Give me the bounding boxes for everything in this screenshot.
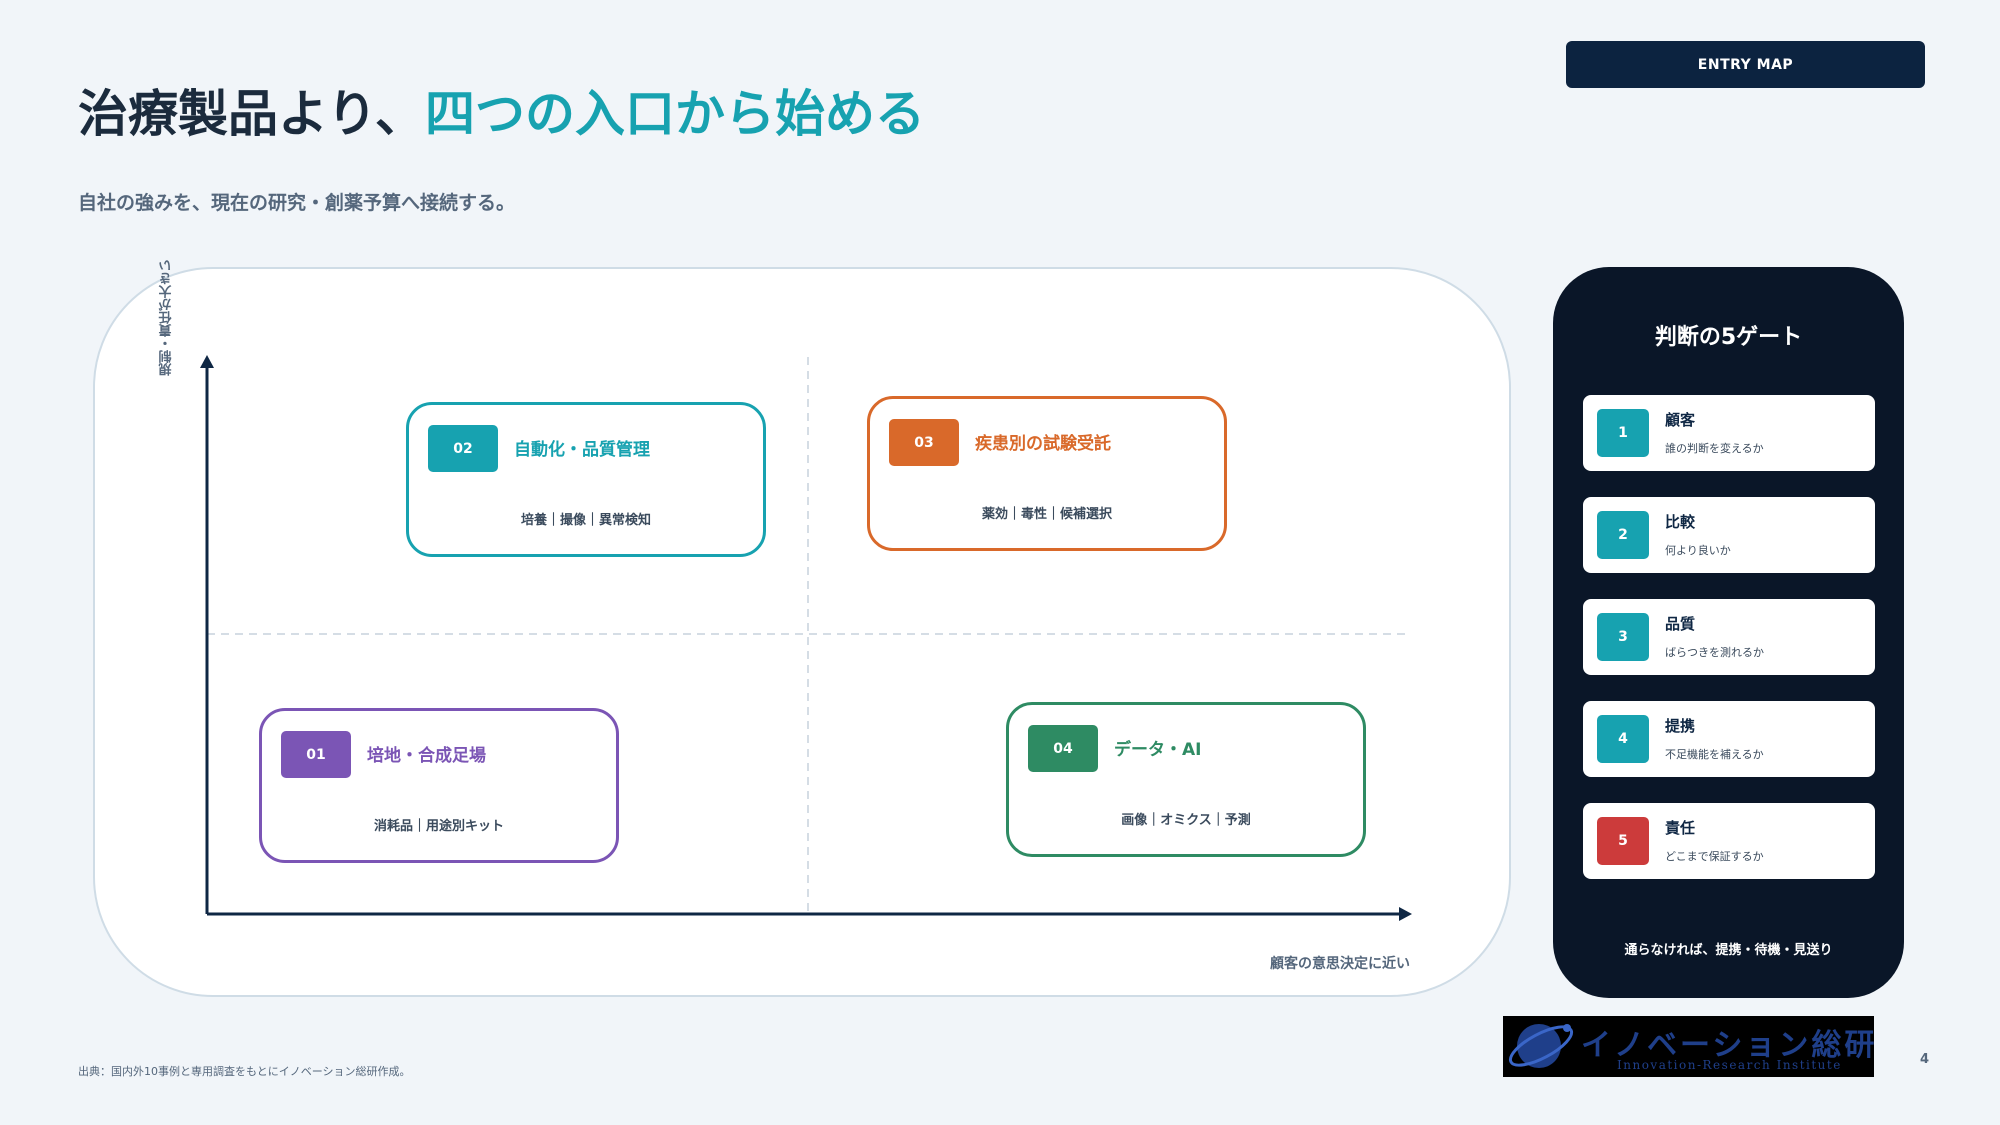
page-number: 4 [1920, 1052, 1930, 1067]
entry-card-automation: 02 自動化・品質管理 培養｜撮像｜異常検知 [406, 402, 766, 557]
gate-description: どこまで保証するか [1665, 850, 1764, 863]
gate-number: 5 [1597, 817, 1649, 865]
gate-name: 顧客 [1665, 411, 1696, 429]
entry-card-tags: 画像｜オミクス｜予測 [1121, 813, 1251, 828]
entry-card-tags: 薬効｜毒性｜候補選択 [981, 507, 1112, 522]
gate-description: 誰の判断を変えるか [1665, 442, 1764, 455]
x-axis-arrow [1399, 907, 1412, 921]
logo-orbit-icon [1508, 1024, 1574, 1068]
gate-number: 2 [1597, 511, 1649, 559]
entry-card-number: 02 [428, 425, 498, 472]
entry-card-media-scaffold: 01 培地・合成足場 消耗品｜用途別キット [259, 708, 619, 863]
x-axis-label: 顧客の意思決定に近い [1270, 956, 1410, 972]
gate-number: 1 [1597, 409, 1649, 457]
entry-card-tags: 培養｜撮像｜異常検知 [520, 513, 651, 528]
entry-card-name: 疾患別の試験受託 [975, 434, 1111, 454]
decision-gates-panel: 判断の5ゲート 1 顧客 誰の判断を変えるか 2 比較 何より良いか 3 品質 … [1553, 267, 1904, 998]
company-logo: イノベーション総研 Innovation-Research Institute [1503, 1016, 1874, 1077]
decision-gates-footer: 通らなければ、提携・待機・見送り [1624, 943, 1833, 958]
entry-card-tags: 消耗品｜用途別キット [373, 819, 504, 834]
y-axis-label: 規制・責任が大きい [159, 259, 175, 377]
entry-card-number: 03 [889, 419, 959, 466]
entry-card-data-ai: 04 データ・AI 画像｜オミクス｜予測 [1006, 702, 1366, 857]
decision-gates-title: 判断の5ゲート [1654, 325, 1803, 350]
entry-card-name: データ・AI [1114, 740, 1202, 760]
gate-number: 3 [1597, 613, 1649, 661]
gate-item-comparison: 2 比較 何より良いか [1583, 497, 1875, 573]
gate-item-partnership: 4 提携 不足機能を補えるか [1583, 701, 1875, 777]
gate-name: 品質 [1665, 615, 1696, 633]
gate-name: 提携 [1665, 717, 1696, 735]
gate-description: 何より良いか [1665, 544, 1731, 557]
gate-name: 比較 [1665, 513, 1696, 531]
gate-number: 4 [1597, 715, 1649, 763]
entry-card-number: 01 [281, 731, 351, 778]
entry-card-name: 培地・合成足場 [367, 746, 486, 766]
y-axis-arrow [200, 355, 214, 368]
gate-name: 責任 [1665, 819, 1696, 837]
gate-description: ばらつきを測れるか [1665, 646, 1764, 659]
logo-english-text: Innovation-Research Institute [1617, 1058, 1842, 1072]
entry-card-name: 自動化・品質管理 [514, 440, 650, 460]
gate-item-quality: 3 品質 ばらつきを測れるか [1583, 599, 1875, 675]
entry-card-number: 04 [1028, 725, 1098, 772]
entry-card-contract-testing: 03 疾患別の試験受託 薬効｜毒性｜候補選択 [867, 396, 1227, 551]
source-note: 出典：国内外10事例と専用調査をもとにイノベーション総研作成。 [78, 1065, 411, 1078]
gate-description: 不足機能を補えるか [1665, 748, 1764, 761]
gate-item-customer: 1 顧客 誰の判断を変えるか [1583, 395, 1875, 471]
gate-item-responsibility: 5 責任 どこまで保証するか [1583, 803, 1875, 879]
